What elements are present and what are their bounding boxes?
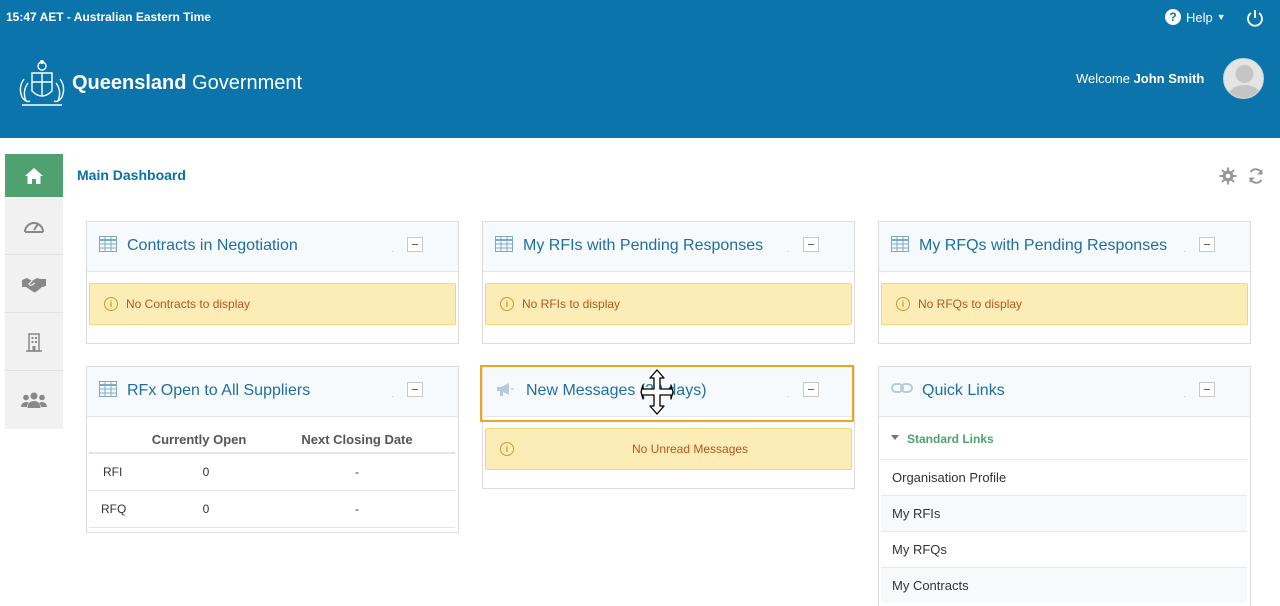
dashboard-gauge-icon bbox=[24, 221, 44, 233]
brand-bold: Queensland bbox=[72, 72, 187, 94]
info-circle-icon: i bbox=[104, 297, 118, 311]
sidebar-nav bbox=[5, 154, 63, 429]
current-time: 15:47 AET - Australian Eastern Time bbox=[6, 10, 211, 24]
rfx-table: Currently Open Next Closing Date RFI 0 -… bbox=[89, 427, 455, 528]
help-label: Help bbox=[1186, 9, 1213, 25]
move-cursor-icon bbox=[640, 369, 674, 420]
drag-handle-dots[interactable]: . . bbox=[1183, 389, 1221, 399]
panel-header[interactable]: Contracts in Negotiation . . bbox=[87, 222, 458, 272]
sidebar-item-dashboard[interactable] bbox=[5, 197, 63, 255]
users-icon bbox=[21, 392, 47, 408]
panel-title: My RFIs with Pending Responses bbox=[523, 237, 764, 254]
info-circle-icon: i bbox=[500, 442, 514, 456]
panel-title: Quick Links bbox=[922, 382, 1005, 399]
page-title: Main Dashboard bbox=[77, 167, 186, 183]
panel-title: My RFQs with Pending Responses bbox=[919, 237, 1168, 254]
brand-name: Queensland Government bbox=[72, 72, 302, 95]
question-circle-icon: ? bbox=[1165, 9, 1181, 25]
panel-rfx-open: RFx Open to All Suppliers . . Currently … bbox=[86, 366, 459, 533]
user-name: John Smith bbox=[1133, 71, 1205, 86]
table-grid-icon bbox=[99, 381, 117, 397]
table-grid-icon bbox=[495, 236, 513, 252]
drag-handle-dots[interactable]: . . bbox=[787, 244, 825, 254]
brand-rest: Government bbox=[186, 72, 303, 94]
sidebar-item-users[interactable] bbox=[5, 371, 63, 429]
building-icon bbox=[26, 332, 42, 352]
welcome-prefix: Welcome bbox=[1076, 71, 1134, 86]
quick-link-my-contracts[interactable]: My Contracts bbox=[881, 567, 1247, 603]
gear-icon[interactable] bbox=[1219, 167, 1237, 190]
drag-handle-dots[interactable]: . . bbox=[391, 244, 429, 254]
row-type: RFQ bbox=[89, 490, 139, 528]
column-header bbox=[89, 427, 139, 454]
table-row[interactable]: RFQ 0 - bbox=[89, 490, 455, 528]
row-open-count: 0 bbox=[139, 490, 259, 528]
top-header: 15:47 AET - Australian Eastern Time ? He… bbox=[0, 0, 1280, 138]
sidebar-item-contracts[interactable] bbox=[5, 255, 63, 313]
welcome-text: Welcome John Smith bbox=[1076, 71, 1204, 86]
panel-header[interactable]: My RFQs with Pending Responses . . bbox=[879, 222, 1250, 272]
panel-my-rfis-pending: My RFIs with Pending Responses . . i No … bbox=[482, 221, 855, 344]
panel-header[interactable]: Quick Links . . bbox=[879, 367, 1250, 417]
panel-title: RFx Open to All Suppliers bbox=[127, 382, 311, 399]
empty-state-alert: i No RFIs to display bbox=[485, 283, 852, 325]
home-icon bbox=[25, 167, 43, 184]
row-closing-date: - bbox=[259, 490, 455, 528]
column-header: Currently Open bbox=[139, 427, 259, 454]
info-circle-icon: i bbox=[896, 297, 910, 311]
panel-my-rfqs-pending: My RFQs with Pending Responses . . i No … bbox=[878, 221, 1251, 344]
caret-down-icon bbox=[891, 435, 899, 440]
row-type: RFI bbox=[89, 453, 139, 491]
empty-state-alert: i No Contracts to display bbox=[89, 283, 456, 325]
empty-state-alert: i No RFQs to display bbox=[881, 283, 1248, 325]
standard-links-group[interactable]: Standard Links bbox=[891, 432, 994, 446]
table-row[interactable]: RFI 0 - bbox=[89, 453, 455, 491]
empty-state-alert: i No Unread Messages bbox=[485, 428, 852, 470]
quick-link-my-rfqs[interactable]: My RFQs bbox=[881, 531, 1247, 567]
table-grid-icon bbox=[891, 236, 909, 252]
link-chain-icon bbox=[891, 383, 913, 393]
help-menu[interactable]: ? Help ▼ bbox=[1165, 9, 1226, 25]
quick-links-list: Organisation Profile My RFIs My RFQs My … bbox=[881, 459, 1247, 603]
sidebar-item-organisation[interactable] bbox=[5, 313, 63, 371]
panel-title: Contracts in Negotiation bbox=[127, 237, 298, 254]
panel-header[interactable]: My RFIs with Pending Responses . . bbox=[483, 222, 854, 272]
panel-quick-links: Quick Links . . Standard Links Organisat… bbox=[878, 366, 1251, 606]
panel-contracts-in-negotiation: Contracts in Negotiation . . i No Contra… bbox=[86, 221, 459, 344]
alert-message: No RFQs to display bbox=[918, 297, 1023, 311]
quick-link-my-rfis[interactable]: My RFIs bbox=[881, 495, 1247, 531]
quick-link-organisation-profile[interactable]: Organisation Profile bbox=[881, 459, 1247, 495]
alert-message: No Unread Messages bbox=[632, 442, 749, 456]
queensland-crest-logo[interactable] bbox=[14, 57, 70, 111]
drag-handle-dots[interactable]: . . bbox=[391, 389, 429, 399]
sidebar-item-home[interactable] bbox=[5, 154, 63, 197]
panel-header[interactable]: RFx Open to All Suppliers . . bbox=[87, 367, 458, 417]
drag-handle-dots[interactable]: . . bbox=[1183, 244, 1221, 254]
refresh-icon[interactable] bbox=[1247, 167, 1265, 190]
info-circle-icon: i bbox=[500, 297, 514, 311]
alert-message: No Contracts to display bbox=[126, 297, 251, 311]
power-icon[interactable] bbox=[1245, 8, 1265, 33]
alert-message: No RFIs to display bbox=[522, 297, 621, 311]
row-closing-date: - bbox=[259, 453, 455, 491]
row-open-count: 0 bbox=[139, 453, 259, 491]
user-avatar[interactable] bbox=[1223, 58, 1264, 99]
handshake-icon bbox=[22, 277, 46, 292]
table-header-row: Currently Open Next Closing Date bbox=[89, 427, 455, 454]
table-grid-icon bbox=[99, 236, 117, 252]
column-header: Next Closing Date bbox=[259, 427, 455, 454]
chevron-down-icon: ▼ bbox=[1216, 12, 1226, 22]
group-label: Standard Links bbox=[907, 432, 994, 446]
